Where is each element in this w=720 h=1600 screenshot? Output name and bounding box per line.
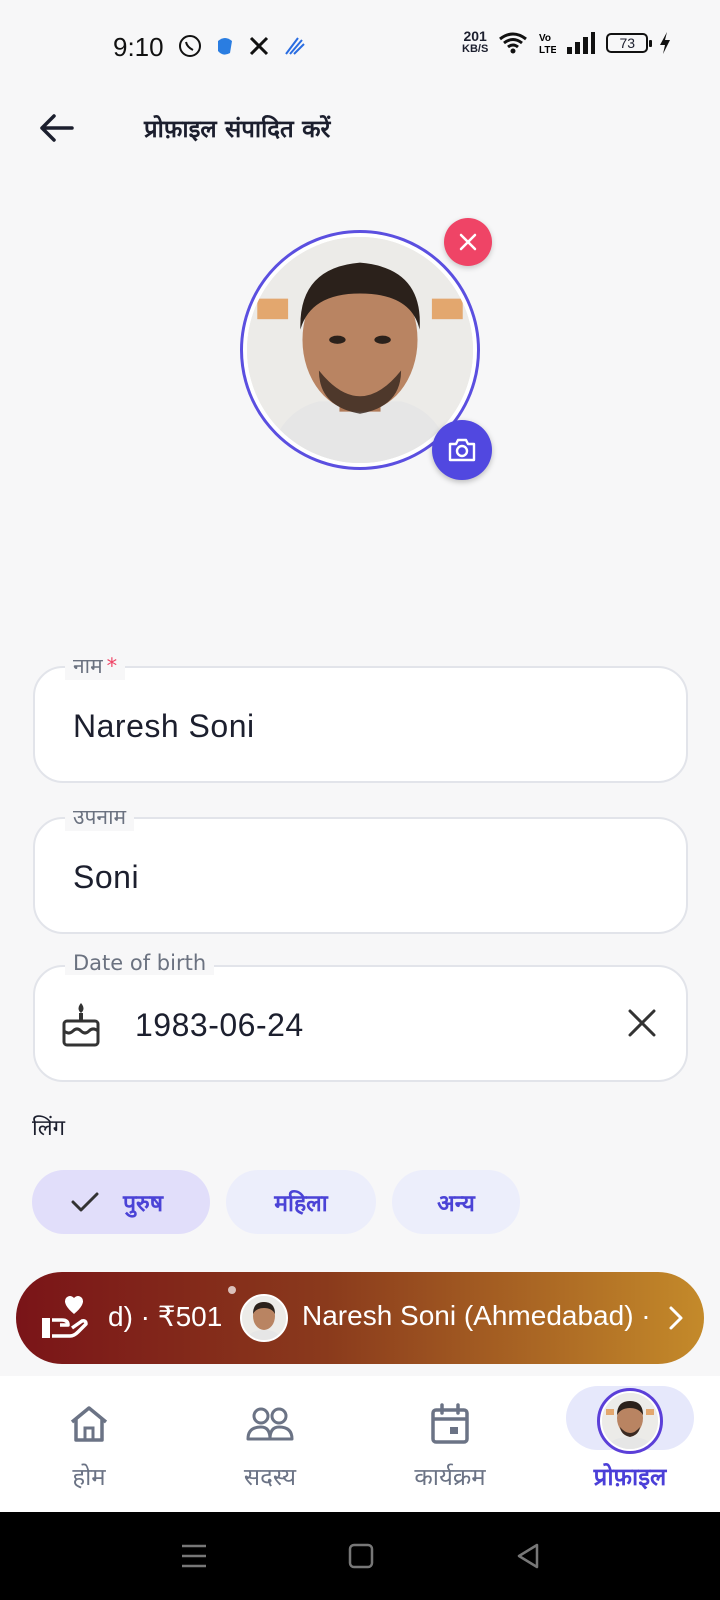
arrow-left-icon bbox=[40, 114, 74, 142]
required-mark: * bbox=[106, 654, 118, 678]
ticker-donor-name: Naresh Soni (Ahmedabad) · bbox=[302, 1300, 651, 1331]
chevron-right-icon bbox=[669, 1306, 683, 1330]
nav-label-home: होम bbox=[72, 1463, 106, 1491]
system-icons: 201 KB/S Vo LTE 73 bbox=[462, 28, 672, 56]
check-icon bbox=[71, 1192, 99, 1212]
gender-chip-female[interactable]: महिला bbox=[226, 1170, 376, 1234]
remove-photo-button[interactable] bbox=[444, 218, 492, 266]
calendar-icon bbox=[431, 1403, 469, 1444]
wifi-icon bbox=[499, 32, 528, 54]
signal-app-icon bbox=[285, 37, 305, 55]
signal-bars-icon bbox=[567, 32, 596, 54]
donation-ticker[interactable]: d) · ₹501 Naresh Soni (Ahmedabad) · bbox=[16, 1272, 704, 1364]
gender-chip-male[interactable]: पुरुष bbox=[32, 1170, 210, 1234]
nav-item-home[interactable]: होम bbox=[14, 1396, 164, 1493]
nav-item-profile[interactable]: प्रोफ़ाइल bbox=[555, 1388, 705, 1493]
dob-input[interactable]: 1983-06-24 bbox=[135, 1007, 304, 1044]
nav-item-events[interactable]: कार्यक्रम bbox=[375, 1396, 525, 1493]
home-icon bbox=[70, 1406, 108, 1442]
menu-icon[interactable] bbox=[178, 1540, 210, 1572]
surname-label: उपनाम bbox=[65, 803, 135, 831]
clear-dob-button[interactable] bbox=[624, 1005, 660, 1041]
name-field[interactable]: नाम * Naresh Soni bbox=[33, 652, 688, 783]
app-icon bbox=[218, 38, 232, 55]
whatsapp-icon bbox=[179, 35, 201, 57]
status-bar: 9:10 201 KB/S Vo LTE 73 bbox=[0, 0, 720, 96]
x-icon bbox=[249, 36, 269, 56]
ticker-amount: d) · ₹501 bbox=[108, 1301, 223, 1332]
volte-icon: VoLTE bbox=[539, 33, 556, 55]
ticker-separator-dot bbox=[228, 1286, 236, 1294]
status-time: 9:10 bbox=[113, 32, 164, 62]
gender-chips: पुरुष महिला अन्य bbox=[32, 1170, 520, 1234]
charging-icon bbox=[660, 32, 671, 54]
nav-item-members[interactable]: सदस्य bbox=[195, 1396, 345, 1493]
gender-label: लिंग bbox=[32, 1116, 66, 1141]
nav-label-profile: प्रोफ़ाइल bbox=[593, 1463, 667, 1491]
battery-indicator: 73 bbox=[606, 33, 653, 53]
gender-chip-other[interactable]: अन्य bbox=[392, 1170, 520, 1234]
name-input[interactable]: Naresh Soni bbox=[73, 708, 255, 745]
dob-field[interactable]: Date of birth 1983-06-24 bbox=[33, 951, 688, 1082]
profile-photo-section bbox=[240, 218, 492, 480]
donation-hand-heart-icon bbox=[42, 1296, 88, 1338]
surname-field[interactable]: उपनाम Soni bbox=[33, 803, 688, 934]
back-button[interactable] bbox=[36, 108, 76, 148]
bottom-navigation: होम सदस्य कार्यक्रम प्रोफ़ाइल bbox=[0, 1376, 720, 1512]
close-icon bbox=[628, 1009, 656, 1037]
dob-label: Date of birth bbox=[65, 951, 215, 975]
avatar bbox=[597, 1388, 663, 1454]
back-triangle-icon[interactable] bbox=[512, 1540, 544, 1572]
close-icon bbox=[459, 233, 477, 251]
camera-icon bbox=[448, 438, 476, 462]
notification-icons bbox=[178, 34, 306, 58]
page-title: प्रोफ़ाइल संपादित करें bbox=[144, 115, 331, 143]
nav-label-members: सदस्य bbox=[243, 1463, 297, 1491]
surname-input[interactable]: Soni bbox=[73, 859, 139, 896]
change-photo-button[interactable] bbox=[432, 420, 492, 480]
net-speed: 201 KB/S bbox=[462, 28, 489, 55]
svg-text:LTE: LTE bbox=[539, 45, 556, 55]
members-icon bbox=[246, 1407, 294, 1441]
home-square-icon[interactable] bbox=[345, 1540, 377, 1572]
cake-icon bbox=[62, 1003, 100, 1047]
nav-label-events: कार्यक्रम bbox=[414, 1463, 486, 1491]
system-navigation-bar bbox=[0, 1512, 720, 1600]
svg-text:Vo: Vo bbox=[539, 33, 551, 44]
ticker-donor-avatar bbox=[240, 1294, 288, 1342]
name-label: नाम * bbox=[65, 652, 126, 680]
